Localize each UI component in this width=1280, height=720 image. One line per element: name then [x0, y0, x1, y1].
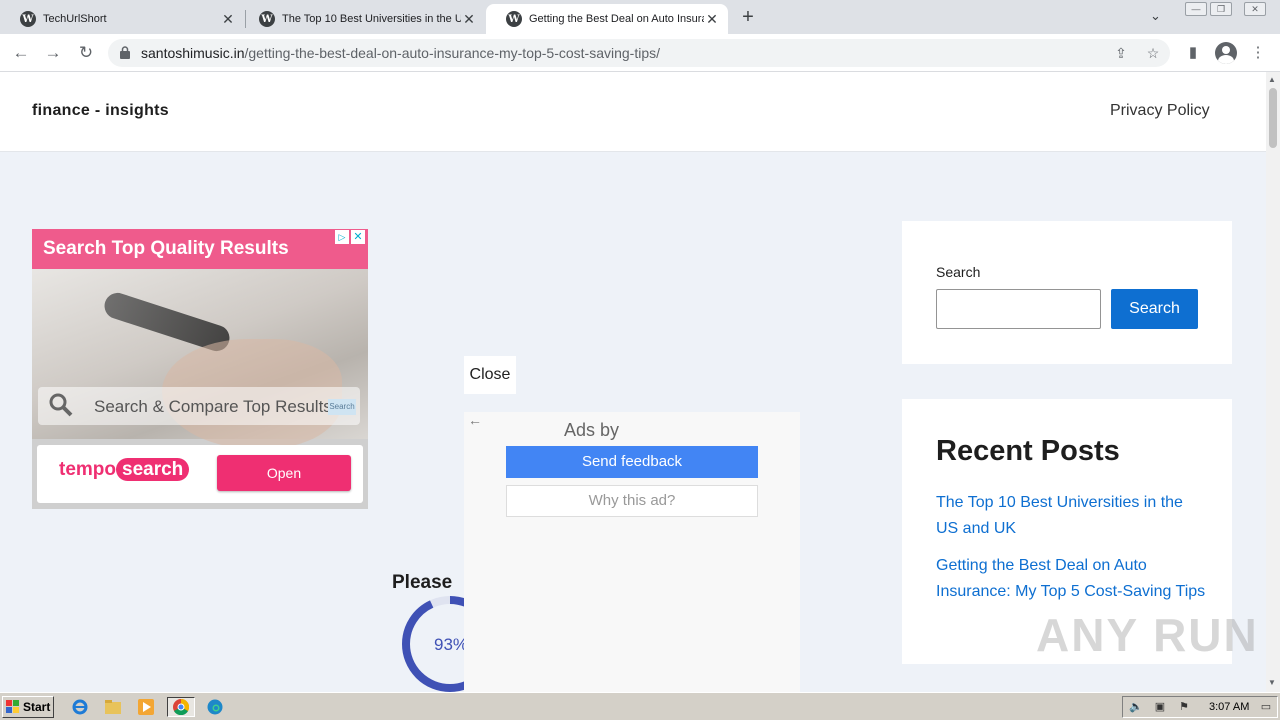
close-icon[interactable]: ✕ [220, 11, 236, 27]
ie-icon[interactable] [69, 697, 91, 717]
media-player-icon[interactable] [135, 697, 157, 717]
recent-posts-title: Recent Posts [936, 435, 1120, 467]
scroll-up-icon[interactable]: ▲ [1268, 75, 1276, 84]
tab-label: The Top 10 Best Universities in the U [282, 13, 461, 25]
tab-techurlshort[interactable]: W TechUrlShort ✕ [0, 4, 244, 34]
close-icon[interactable]: ✕ [461, 11, 477, 27]
ad-open-button[interactable]: Open [217, 455, 351, 491]
scroll-down-icon[interactable]: ▼ [1268, 678, 1276, 687]
why-this-ad-button[interactable]: Why this ad? [506, 485, 758, 517]
restore-icon[interactable]: ❐ [1210, 2, 1232, 16]
volume-icon[interactable]: 🔈 [1129, 700, 1143, 714]
site-header: finance - insights Privacy Policy [0, 72, 1266, 152]
logo-tempo: tempo [59, 459, 116, 480]
browser-toolbar: ← → ↻ santoshimusic.in/getting-the-best-… [0, 34, 1280, 72]
lock-icon [120, 46, 130, 59]
tab-label: Getting the Best Deal on Auto Insura [529, 13, 704, 25]
recent-post-link[interactable]: Getting the Best Deal on Auto Insurance:… [936, 553, 1206, 604]
recent-posts-list: The Top 10 Best Universities in the US a… [936, 490, 1206, 616]
profile-avatar-icon[interactable] [1215, 42, 1237, 64]
clock[interactable]: 3:07 AM [1209, 701, 1249, 713]
search-widget: Search Search [902, 221, 1232, 364]
flag-icon[interactable]: ⚑ [1177, 700, 1191, 714]
search-input[interactable] [936, 289, 1101, 329]
loader-label: Please [392, 572, 453, 593]
close-icon[interactable]: ✕ [704, 11, 720, 27]
adchoices-icon[interactable]: ▷ [335, 230, 349, 244]
ad-close-icon[interactable]: ✕ [351, 230, 365, 244]
ads-by-label: Ads by [564, 420, 620, 440]
system-tray: 🔈 ▣ ⚑ 3:07 AM ▭ [1122, 696, 1278, 718]
edge-icon[interactable] [204, 697, 226, 717]
menu-kebab-icon[interactable]: ⋮ [1248, 43, 1268, 63]
reload-icon[interactable]: ↻ [76, 43, 96, 63]
back-arrow-icon[interactable]: ← [468, 412, 482, 428]
bookmark-star-icon[interactable]: ☆ [1144, 44, 1162, 62]
chrome-icon[interactable] [167, 697, 195, 717]
page-viewport: finance - insights Privacy Policy Search… [0, 72, 1266, 692]
address-bar[interactable]: santoshimusic.in/getting-the-best-deal-o… [108, 39, 1170, 67]
progress-percent: 93% [434, 635, 469, 654]
recent-post-link[interactable]: The Top 10 Best Universities in the US a… [936, 490, 1206, 541]
page-scrollbar[interactable]: ▲ ▼ [1266, 72, 1280, 692]
tempo-search-logo: tempo search [59, 458, 190, 481]
url-host: santoshimusic.in [141, 45, 245, 61]
share-icon[interactable]: ⇪ [1112, 44, 1130, 62]
site-title[interactable]: finance - insights [32, 102, 169, 120]
nav-privacy-policy[interactable]: Privacy Policy [1110, 102, 1210, 120]
side-panel-icon[interactable]: ▮ [1183, 43, 1203, 63]
windows-flag-icon [6, 700, 19, 713]
magnifier-icon [49, 393, 73, 417]
network-icon[interactable]: ▣ [1153, 700, 1167, 714]
start-button[interactable]: Start [2, 696, 54, 718]
ad-image: Search & Compare Top Results Search [32, 269, 368, 449]
wordpress-icon: W [20, 11, 36, 27]
taskbar: Start 🔈 ▣ ⚑ 3:07 AM ▭ [0, 692, 1280, 720]
url-path: /getting-the-best-deal-on-auto-insurance… [244, 45, 661, 61]
scroll-thumb[interactable] [1269, 88, 1277, 148]
search-button[interactable]: Search [1111, 289, 1198, 329]
tab-strip: W TechUrlShort ✕ W The Top 10 Best Unive… [0, 0, 1280, 34]
ad-headline: Search Top Quality Results [43, 238, 289, 259]
forward-icon[interactable]: → [43, 43, 63, 63]
back-icon[interactable]: ← [11, 43, 31, 63]
ad-header: Search Top Quality Results ▷ ✕ [32, 229, 368, 269]
tab-label: TechUrlShort [43, 13, 107, 25]
ad-bar-button-graphic: Search [328, 399, 356, 415]
wordpress-icon: W [506, 11, 522, 27]
overlay-close-button[interactable]: Close [464, 356, 516, 394]
anyrun-watermark: ANY RUN [1036, 609, 1259, 661]
ad-feedback-panel: ← Ads by Send feedback Why this ad? [464, 412, 800, 692]
url-text: santoshimusic.in/getting-the-best-deal-o… [141, 45, 660, 61]
minimize-icon[interactable]: — [1185, 2, 1207, 16]
ad-bar-text: Search & Compare Top Results [94, 397, 332, 416]
tab-universities[interactable]: W The Top 10 Best Universities in the U … [239, 4, 485, 34]
chevron-down-icon[interactable]: ⌄ [1150, 8, 1161, 24]
ad-footer: tempo search Open [37, 445, 363, 503]
show-desktop-icon[interactable]: ▭ [1259, 700, 1273, 714]
new-tab-icon[interactable]: + [738, 7, 758, 27]
tab-auto-insurance[interactable]: W Getting the Best Deal on Auto Insura ✕ [486, 4, 728, 34]
ad-search-bar-graphic: Search & Compare Top Results Search [38, 387, 360, 425]
wordpress-icon: W [259, 11, 275, 27]
send-feedback-button[interactable]: Send feedback [506, 446, 758, 478]
display-ad[interactable]: Search Top Quality Results ▷ ✕ Search & … [32, 229, 368, 509]
start-label: Start [23, 700, 51, 714]
search-label: Search [936, 264, 981, 280]
folder-icon[interactable] [102, 697, 124, 717]
window-close-icon[interactable]: ✕ [1244, 2, 1266, 16]
logo-search: search [116, 458, 190, 481]
